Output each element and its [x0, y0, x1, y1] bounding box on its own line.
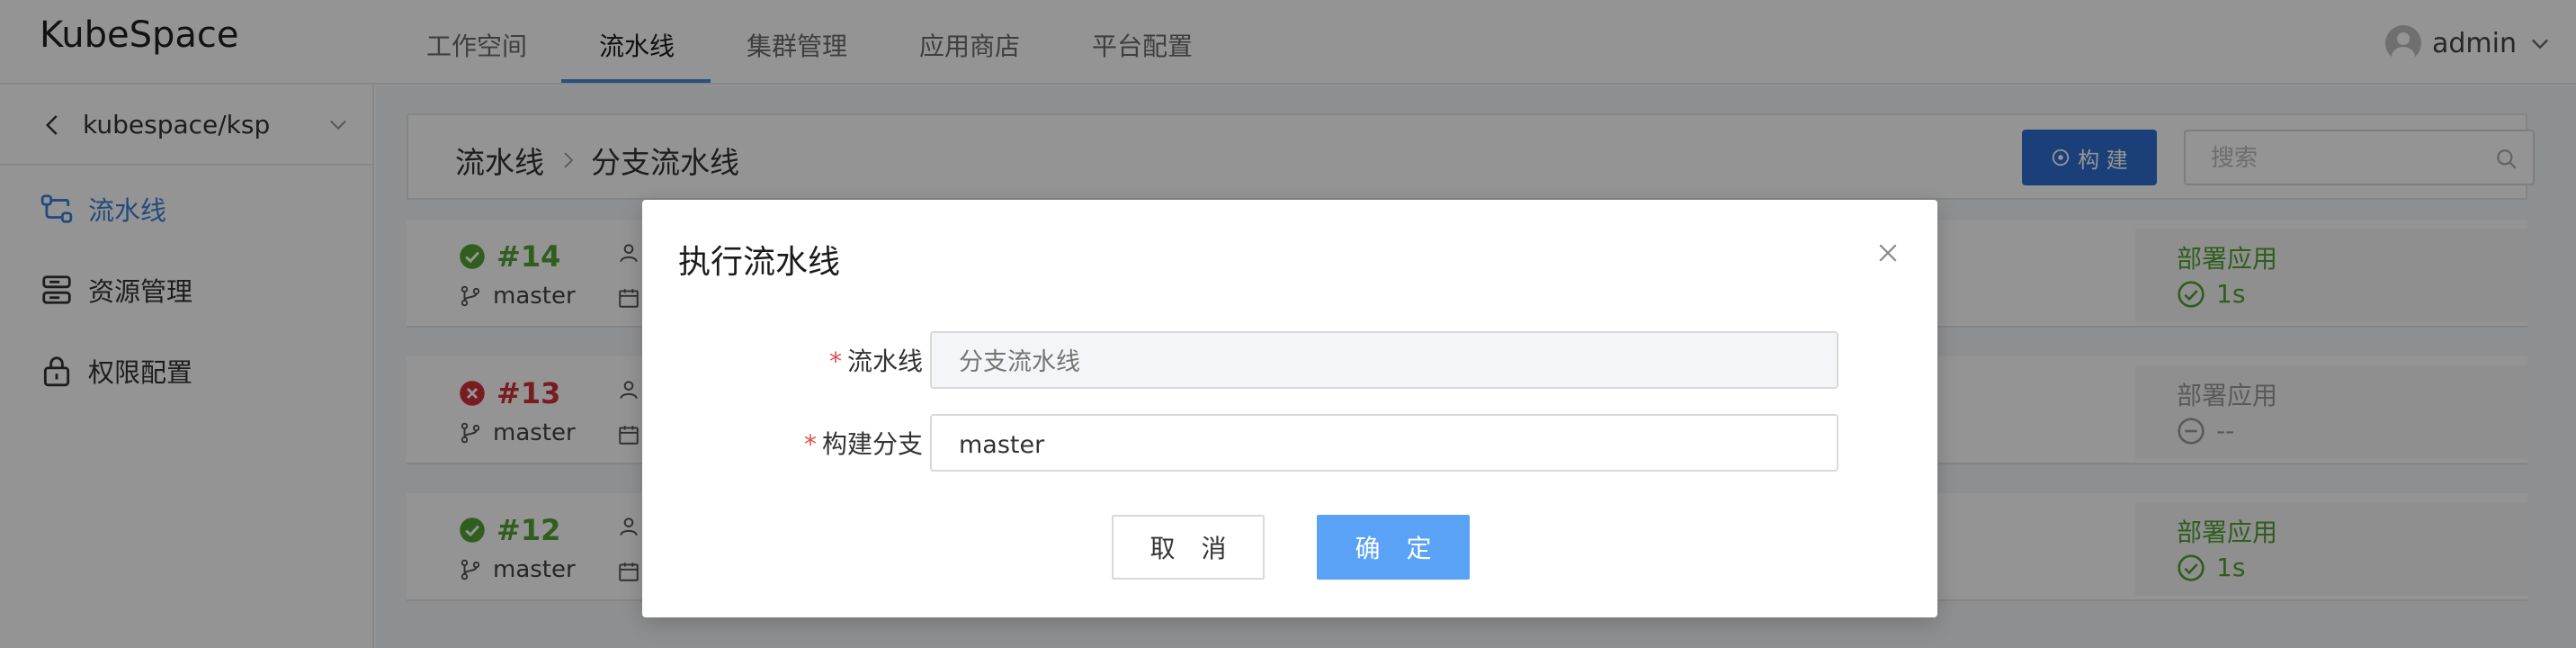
cancel-button[interactable]: 取 消	[1112, 515, 1265, 580]
required-mark: *	[803, 429, 817, 459]
branch-field-label: * 构建分支	[743, 425, 923, 461]
dialog-title: 执行流水线	[678, 244, 841, 281]
run-pipeline-dialog: 执行流水线 *流水线 *构建分支 取 消 确 定	[642, 200, 1937, 617]
pipeline-field	[930, 331, 1838, 389]
required-mark: *	[828, 346, 842, 376]
app-root: KubeSpace 工作空间 流水线 集群管理 应用商店 平台配置 admin …	[0, 0, 2576, 648]
close-icon[interactable]	[1874, 239, 1901, 266]
pipeline-field-label: * 流水线	[743, 342, 923, 378]
confirm-button[interactable]: 确 定	[1317, 515, 1470, 580]
field-label-text: 构建分支	[821, 429, 923, 459]
field-label-text: 流水线	[846, 346, 923, 376]
branch-field[interactable]	[930, 414, 1838, 472]
pipeline-input	[959, 344, 1804, 380]
branch-input[interactable]	[959, 427, 1804, 463]
